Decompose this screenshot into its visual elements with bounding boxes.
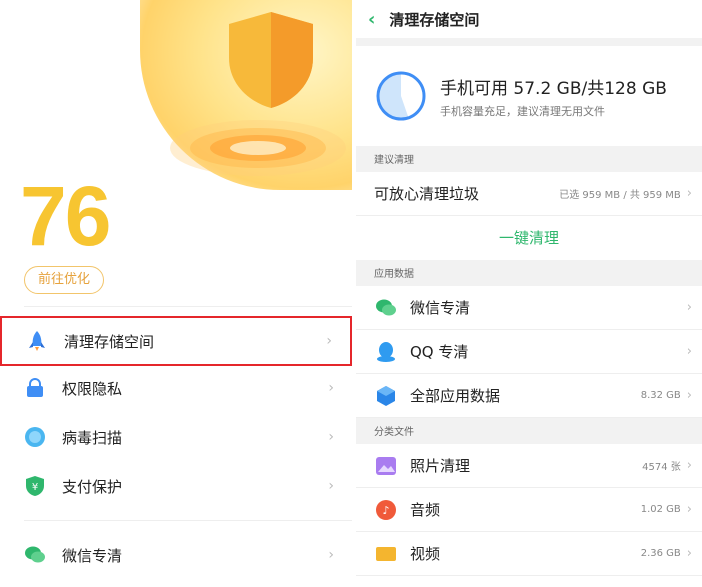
menu-item-payment-protection[interactable]: ¥ 支付保护 ›	[0, 462, 352, 510]
row-label: 微信专清	[410, 299, 471, 317]
chevron-right-icon: ›	[686, 546, 692, 561]
security-score: 76	[20, 169, 111, 263]
optimize-button[interactable]: 前往优化	[24, 266, 104, 294]
row-label: 全部应用数据	[410, 387, 501, 405]
rocket-icon	[26, 330, 48, 352]
menu-item-label: 微信专清	[62, 546, 123, 565]
yen-shield-icon: ¥	[24, 475, 46, 497]
svg-text:♪: ♪	[382, 504, 389, 517]
divider	[24, 520, 352, 521]
top-bar: ‹ 清理存储空间	[356, 0, 702, 38]
shield-icon	[229, 12, 313, 108]
chevron-right-icon: ›	[686, 458, 692, 473]
chevron-right-icon: ›	[686, 300, 692, 315]
menu-item-clean-storage[interactable]: 清理存储空间 ›	[0, 316, 352, 366]
row-value: 4574 张	[642, 462, 681, 473]
section-gap	[356, 38, 702, 46]
page-title: 清理存储空间	[389, 10, 480, 29]
row-value: 8.32 GB	[640, 390, 681, 401]
cube-icon	[374, 384, 398, 408]
menu-item-label: 清理存储空间	[64, 332, 155, 351]
menu-item-virus-scan[interactable]: 病毒扫描 ›	[0, 413, 352, 461]
section-header-files: 分类文件	[356, 418, 702, 444]
menu-item-label: 病毒扫描	[62, 428, 123, 447]
security-home-panel: 76 前往优化 清理存储空间 › 权限隐私 › 病毒扫描 › ¥ 支付保护 ›	[0, 0, 352, 587]
row-video[interactable]: 视频 2.36 GB ›	[356, 532, 702, 576]
row-qq-clean[interactable]: QQ 专清 ›	[356, 330, 702, 374]
storage-summary: 手机可用 57.2 GB/共128 GB 手机容量充足，建议清理无用文件	[356, 46, 702, 146]
row-label: 可放心清理垃圾	[374, 185, 480, 203]
wechat-icon	[374, 296, 398, 320]
junk-clean-row[interactable]: 可放心清理垃圾 已选 959 MB / 共 959 MB ›	[356, 172, 702, 216]
chevron-right-icon: ›	[686, 186, 692, 201]
one-key-clean-button[interactable]: 一键清理	[356, 216, 702, 260]
row-value: 2.36 GB	[640, 548, 681, 559]
wechat-icon	[24, 544, 46, 566]
chevron-right-icon: ›	[686, 388, 692, 403]
clean-storage-panel: ‹ 清理存储空间 手机可用 57.2 GB/共128 GB 手机容量充足，建议清…	[356, 0, 702, 587]
svg-text:¥: ¥	[32, 482, 38, 493]
menu-item-wechat-clean[interactable]: 微信专清 ›	[0, 531, 352, 579]
lock-icon	[24, 377, 46, 399]
storage-hint-text: 手机容量充足，建议清理无用文件	[440, 104, 605, 118]
section-header-app-data: 应用数据	[356, 260, 702, 286]
chevron-right-icon: ›	[326, 333, 332, 349]
row-all-app-data[interactable]: 全部应用数据 8.32 GB ›	[356, 374, 702, 418]
qq-icon	[374, 340, 398, 364]
row-wechat-clean[interactable]: 微信专清 ›	[356, 286, 702, 330]
row-label: 视频	[410, 545, 441, 563]
back-arrow-icon[interactable]: ‹	[368, 9, 375, 30]
chevron-right-icon: ›	[328, 429, 334, 445]
row-audio[interactable]: ♪ 音频 1.02 GB ›	[356, 488, 702, 532]
section-header-suggest: 建议清理	[356, 146, 702, 172]
row-photo-clean[interactable]: 照片清理 4574 张 ›	[356, 444, 702, 488]
menu-item-privacy[interactable]: 权限隐私 ›	[0, 364, 352, 412]
row-value: 1.02 GB	[640, 504, 681, 515]
chevron-right-icon: ›	[328, 547, 334, 563]
row-label: 照片清理	[410, 457, 471, 475]
chevron-right-icon: ›	[686, 344, 692, 359]
radar-rings-decoration	[170, 120, 346, 176]
menu-item-label: 权限隐私	[62, 379, 123, 398]
storage-available-text: 手机可用 57.2 GB/共128 GB	[440, 78, 667, 99]
scan-icon	[24, 426, 46, 448]
menu-item-label: 支付保护	[62, 477, 123, 496]
chevron-right-icon: ›	[686, 502, 692, 517]
row-label: 音频	[410, 501, 441, 519]
music-icon: ♪	[374, 498, 398, 522]
row-label: QQ 专清	[410, 343, 469, 361]
photo-icon	[374, 454, 398, 478]
chevron-right-icon: ›	[328, 380, 334, 396]
storage-usage-chart	[376, 71, 426, 121]
row-value: 已选 959 MB / 共 959 MB	[559, 190, 681, 201]
video-icon	[374, 542, 398, 566]
chevron-right-icon: ›	[328, 478, 334, 494]
divider	[24, 306, 352, 307]
